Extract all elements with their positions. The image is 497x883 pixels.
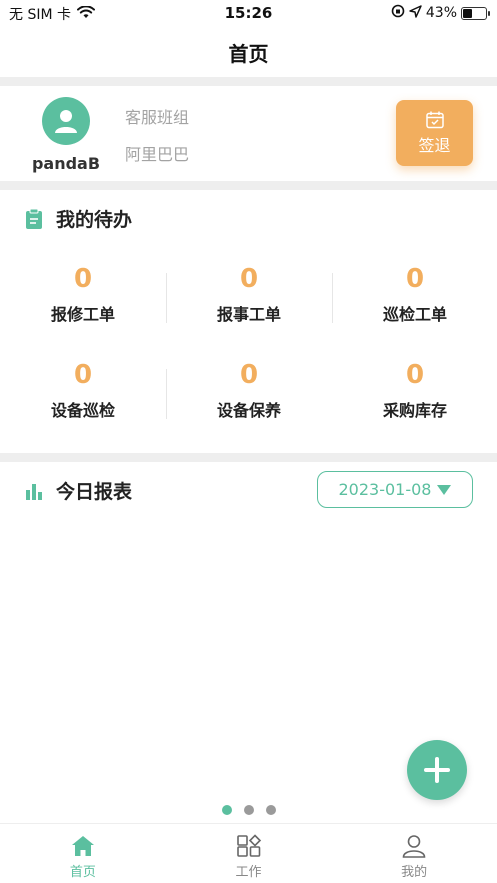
clipboard-icon	[26, 208, 42, 229]
team-name: 客服班组	[125, 108, 190, 127]
divider	[0, 181, 497, 190]
todo-count: 0	[73, 264, 93, 294]
person-icon	[55, 110, 77, 133]
battery-percent: 43%	[425, 5, 457, 21]
todo-label: 采购库存	[382, 401, 447, 420]
todo-count: 0	[239, 360, 259, 390]
todo-item-purchase-stock[interactable]: 0 采购库存	[332, 359, 497, 421]
tab-label: 我的	[401, 865, 428, 880]
todo-item-device-maintenance[interactable]: 0 设备保养	[166, 359, 332, 421]
todo-title: 我的待办	[56, 209, 133, 231]
tab-work[interactable]: 工作	[166, 824, 332, 883]
tab-bar: 首页 工作 我的	[0, 823, 497, 883]
todo-item-report-order[interactable]: 0 报事工单	[166, 263, 332, 325]
location-icon	[409, 4, 422, 22]
person-icon	[402, 835, 426, 858]
divider	[0, 453, 497, 462]
tab-home[interactable]: 首页	[0, 824, 166, 883]
signout-label: 签退	[418, 136, 451, 155]
todo-count: 0	[405, 360, 425, 390]
tab-label: 首页	[69, 865, 96, 880]
todo-item-inspection-order[interactable]: 0 巡检工单	[332, 263, 497, 325]
todo-count: 0	[405, 264, 425, 294]
apps-icon	[236, 834, 261, 857]
report-title: 今日报表	[56, 481, 133, 503]
page-title: 首页	[228, 42, 269, 66]
status-bar: 无 SIM 卡 15:26 43%	[0, 0, 497, 28]
todo-item-repair-order[interactable]: 0 报修工单	[0, 263, 166, 325]
profile-card: pandaB 客服班组 阿里巴巴 签退	[0, 86, 497, 181]
date-picker[interactable]: 2023-01-08	[317, 471, 473, 508]
todo-item-device-inspection[interactable]: 0 设备巡检	[0, 359, 166, 421]
todo-label: 报修工单	[50, 305, 115, 324]
tab-mine[interactable]: 我的	[331, 824, 497, 883]
signout-button[interactable]: 签退	[396, 100, 473, 166]
company-name: 阿里巴巴	[125, 145, 190, 164]
username: pandaB	[31, 154, 101, 173]
todo-label: 设备保养	[216, 401, 281, 420]
bar-chart-icon	[26, 483, 42, 500]
todo-label: 报事工单	[216, 305, 281, 324]
battery-icon	[461, 6, 490, 20]
page-dot[interactable]	[265, 805, 276, 815]
todo-count: 0	[73, 360, 93, 390]
todo-section: 我的待办 0 报修工单 0 报事工单 0 巡检工单 0 设备巡检 0 设备保养 …	[0, 190, 497, 453]
report-header: 今日报表	[24, 477, 132, 504]
todo-header: 我的待办	[24, 205, 132, 232]
caret-down-icon	[437, 484, 452, 495]
avatar[interactable]	[42, 97, 90, 145]
home-icon	[71, 836, 94, 856]
date-value: 2023-01-08	[338, 480, 432, 499]
page-dot[interactable]	[221, 805, 232, 815]
todo-label: 巡检工单	[382, 305, 447, 324]
add-button[interactable]	[407, 740, 467, 800]
divider	[0, 77, 497, 86]
tab-label: 工作	[235, 865, 262, 880]
todo-label: 设备巡检	[50, 401, 115, 420]
page-dot[interactable]	[243, 805, 254, 815]
calendar-check-icon	[425, 111, 444, 129]
orientation-lock-icon	[391, 4, 405, 22]
column-divider	[332, 273, 333, 323]
plus-icon	[424, 757, 450, 783]
page-indicator	[0, 805, 497, 815]
nav-bar: 首页	[0, 28, 497, 77]
status-right: 43%	[391, 4, 490, 22]
column-divider	[166, 369, 167, 419]
column-divider	[166, 273, 167, 323]
todo-count: 0	[239, 264, 259, 294]
